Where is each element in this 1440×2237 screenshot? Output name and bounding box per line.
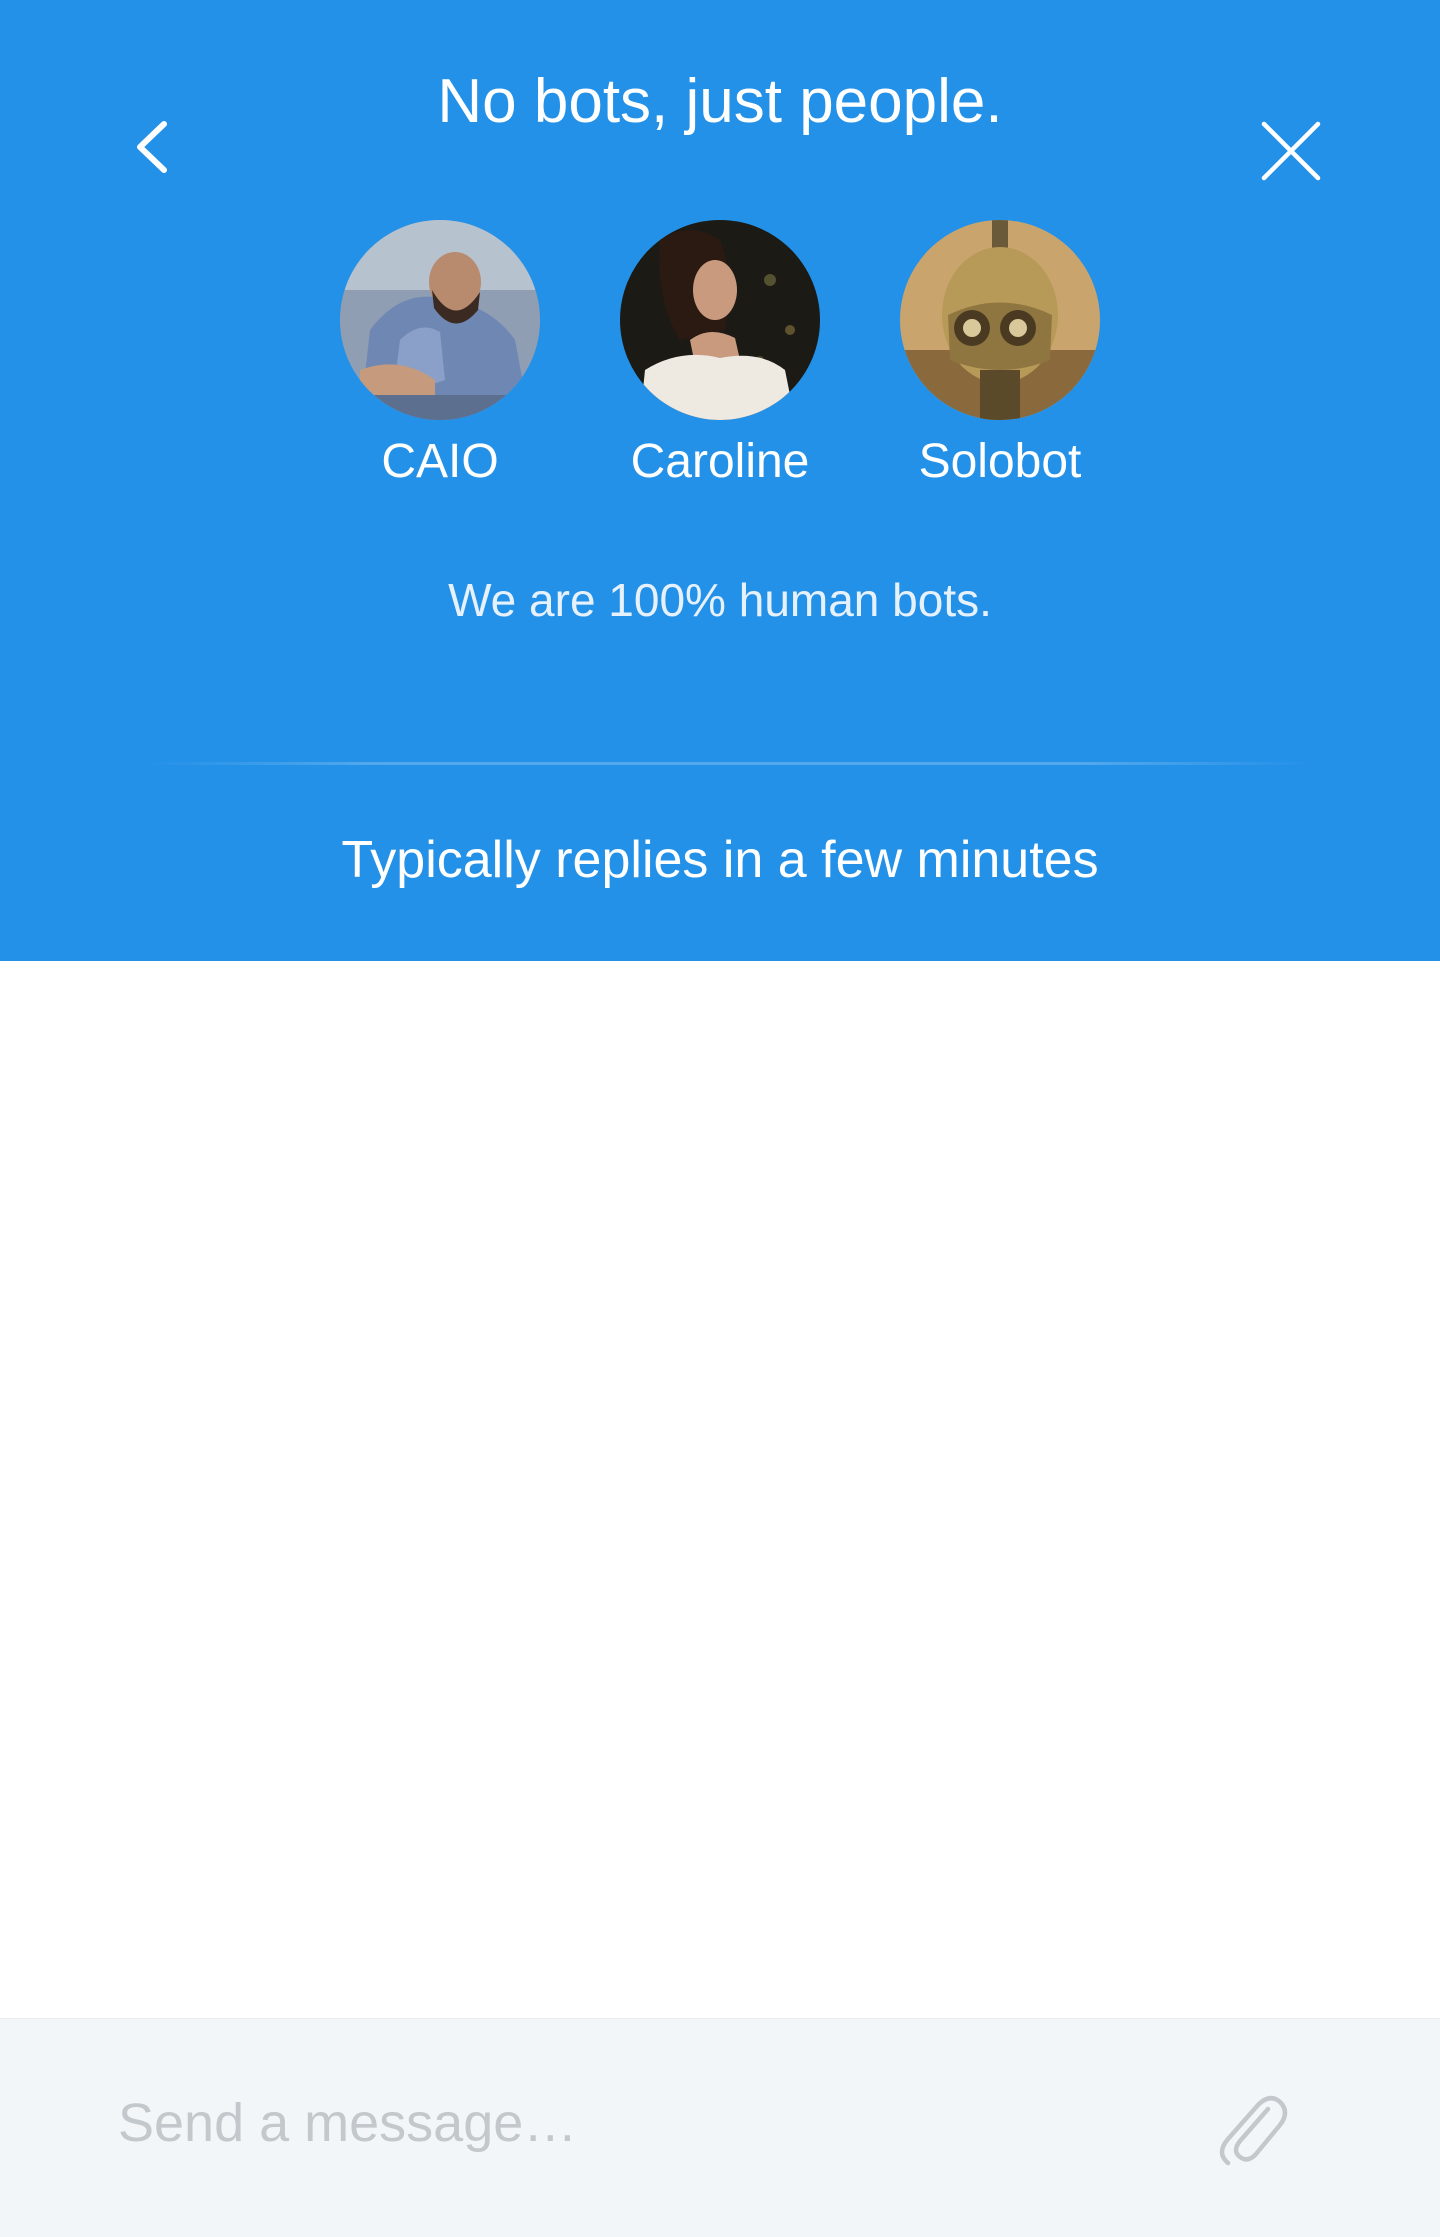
member-name: CAIO bbox=[381, 435, 499, 488]
attach-button[interactable] bbox=[1212, 2087, 1288, 2167]
team-members: CAIO Caroline Solobot bbox=[0, 220, 1440, 500]
member-name: Caroline bbox=[630, 435, 810, 488]
avatar bbox=[620, 220, 820, 420]
member-name: Solobot bbox=[918, 435, 1082, 488]
team-member-solobot: Solobot bbox=[860, 220, 1140, 500]
header-divider bbox=[150, 762, 1310, 765]
header-title: No bots, just people. bbox=[437, 67, 1003, 136]
message-composer bbox=[0, 2018, 1440, 2237]
avatar bbox=[340, 220, 540, 420]
reply-time-notice: Typically replies in a few minutes bbox=[341, 831, 1099, 889]
close-icon bbox=[1261, 121, 1321, 181]
team-member-caio: CAIO bbox=[300, 220, 580, 500]
team-member-caroline: Caroline bbox=[580, 220, 860, 500]
caio-photo bbox=[340, 220, 540, 420]
paperclip-icon bbox=[1219, 2095, 1288, 2166]
caroline-photo bbox=[620, 220, 820, 420]
close-button[interactable] bbox=[1258, 118, 1324, 184]
avatar bbox=[900, 220, 1100, 420]
chat-header: No bots, just people. CAIO Caroline Solo… bbox=[0, 0, 1440, 961]
message-input[interactable] bbox=[118, 2083, 1158, 2163]
conversation-area bbox=[0, 961, 1440, 2018]
tagline: We are 100% human bots. bbox=[448, 574, 992, 626]
solobot-photo bbox=[900, 220, 1100, 420]
